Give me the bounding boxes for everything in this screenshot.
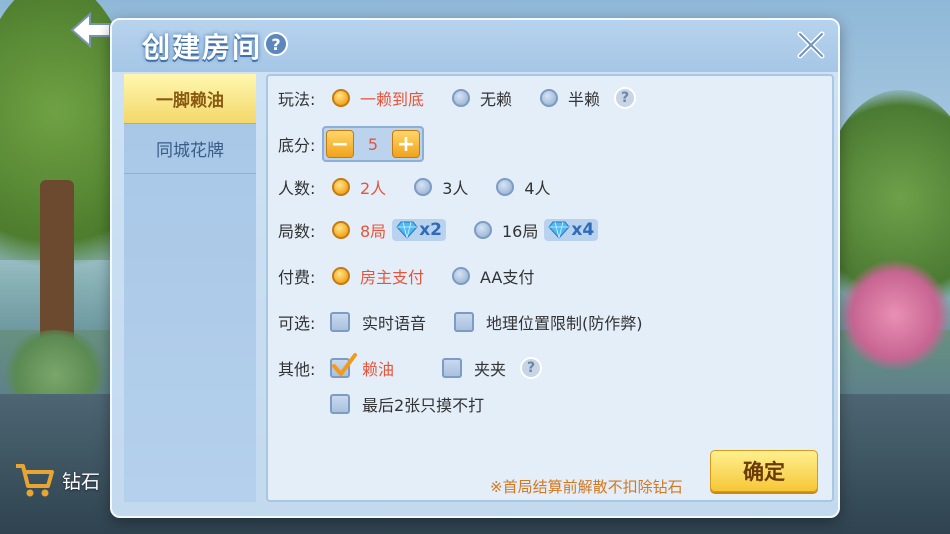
checkbox-unchecked[interactable] [330, 394, 350, 414]
option-label: 8局 [360, 222, 387, 241]
option-last-two-draw-only[interactable]: 最后2张只摸不打 [330, 392, 484, 416]
wanfa-label: 玩法: [278, 90, 316, 109]
row-fufei: 付费: 房主支付 AA支付 [278, 264, 562, 288]
shop-label: 钻石 [62, 470, 101, 493]
radio-selected[interactable] [332, 89, 350, 107]
radio-unselected[interactable] [473, 221, 492, 239]
row-renshu: 人数: 2人 3人 4人 [278, 175, 579, 199]
checkmark-icon [332, 353, 357, 376]
tab-yijiao-laiyou[interactable]: 一脚赖油 [124, 74, 256, 124]
option-owner-pays[interactable]: 房主支付 [332, 264, 424, 288]
help-icon[interactable]: ? [520, 357, 543, 379]
game-mode-tabs: 一脚赖油 同城花牌 [124, 74, 256, 502]
row-jushu: 局数: 8局 x2 16局 x4 [278, 218, 626, 242]
option-label: 房主支付 [360, 268, 425, 287]
option-aa-pay[interactable]: AA支付 [452, 264, 534, 288]
radio-unselected[interactable] [452, 89, 471, 107]
dialog-title: 创建房间 [142, 31, 263, 64]
checkbox-unchecked[interactable] [454, 312, 475, 332]
option-label: AA支付 [480, 268, 535, 287]
option-geo-restriction[interactable]: 地理位置限制(防作弊) [454, 310, 643, 334]
radio-unselected[interactable] [414, 178, 433, 196]
row-kexuan: 可选: 实时语音 地理位置限制(防作弊) [278, 310, 671, 334]
refund-note: ※首局结算前解散不扣除钻石 [490, 478, 683, 496]
qita-label: 其他: [278, 360, 316, 379]
back-arrow-icon[interactable] [70, 10, 114, 50]
radio-unselected[interactable] [496, 178, 515, 196]
diamond-multiplier: x2 [419, 220, 442, 240]
option-jiajia[interactable]: 夹夹 [442, 356, 506, 380]
close-button[interactable] [794, 28, 828, 62]
option-label: 最后2张只摸不打 [362, 396, 485, 415]
diamond-cost-badge: x4 [544, 219, 599, 241]
option-label: 4人 [524, 179, 551, 198]
radio-selected[interactable] [332, 221, 350, 239]
option-2-players[interactable]: 2人 [332, 175, 386, 199]
diamond-shop[interactable]: 钻石 [14, 460, 100, 500]
fufei-label: 付费: [278, 268, 316, 287]
diamond-icon [548, 221, 571, 239]
option-label: 16局 [501, 222, 539, 241]
option-wulai[interactable]: 无赖 [452, 86, 512, 110]
option-label: 2人 [360, 179, 387, 198]
score-value: 5 [367, 134, 379, 154]
option-label: 实时语音 [362, 314, 427, 333]
confirm-button[interactable]: 确定 [710, 450, 818, 492]
background-flowers [840, 260, 950, 370]
checkbox-unchecked[interactable] [442, 358, 463, 378]
row-difen: 底分: − 5 + [278, 126, 424, 162]
option-16-rounds[interactable]: 16局 x4 [473, 218, 599, 242]
option-label: 3人 [442, 179, 469, 198]
row-qita: 其他: 赖油 夹夹 ? [278, 353, 543, 380]
radio-unselected[interactable] [452, 267, 471, 285]
renshu-label: 人数: [278, 179, 316, 198]
option-banlai[interactable]: 半赖 [540, 86, 600, 110]
option-label: 夹夹 [474, 360, 507, 379]
radio-unselected[interactable] [540, 89, 559, 107]
kexuan-label: 可选: [278, 314, 316, 333]
diamond-cost-badge: x2 [392, 219, 446, 241]
option-yilai-daodi[interactable]: 一赖到底 [332, 86, 424, 110]
option-label: 地理位置限制(防作弊) [486, 314, 643, 333]
shopping-cart-icon [16, 464, 54, 497]
options-panel: 玩法: 一赖到底 无赖 半赖 ? 底分: − 5 + 人数: 2人 3人 4人 … [266, 74, 834, 502]
create-room-dialog: 创建房间 ? 一脚赖油 同城花牌 玩法: 一赖到底 无赖 半赖 ? 底分: − … [110, 18, 840, 518]
tab-tongcheng-huapai[interactable]: 同城花牌 [124, 124, 256, 174]
option-4-players[interactable]: 4人 [496, 175, 551, 199]
score-stepper: − 5 + [322, 126, 424, 162]
checkbox-checked[interactable] [330, 353, 357, 378]
option-label: 一赖到底 [360, 90, 425, 109]
help-icon[interactable]: ? [614, 87, 637, 109]
decrement-button[interactable]: − [326, 130, 354, 158]
option-laiyou[interactable]: 赖油 [330, 353, 395, 380]
option-3-players[interactable]: 3人 [414, 175, 468, 199]
difen-label: 底分: [278, 136, 316, 155]
diamond-multiplier: x4 [571, 220, 595, 240]
checkbox-unchecked[interactable] [330, 312, 350, 332]
option-realtime-voice[interactable]: 实时语音 [330, 310, 426, 334]
dialog-header: 创建房间 ? [112, 20, 838, 72]
jushu-label: 局数: [278, 222, 316, 241]
row-last-two-cards: 最后2张只摸不打 [330, 392, 512, 416]
increment-button[interactable]: + [392, 130, 420, 158]
help-icon[interactable]: ? [264, 32, 288, 56]
radio-selected[interactable] [332, 178, 350, 196]
option-label: 半赖 [568, 90, 601, 109]
radio-selected[interactable] [332, 267, 350, 285]
diamond-icon [396, 221, 418, 239]
option-label: 赖油 [362, 360, 395, 379]
close-icon [797, 31, 825, 59]
option-8-rounds[interactable]: 8局 x2 [332, 218, 446, 242]
row-wanfa: 玩法: 一赖到底 无赖 半赖 ? [278, 86, 637, 110]
option-label: 无赖 [480, 90, 513, 109]
